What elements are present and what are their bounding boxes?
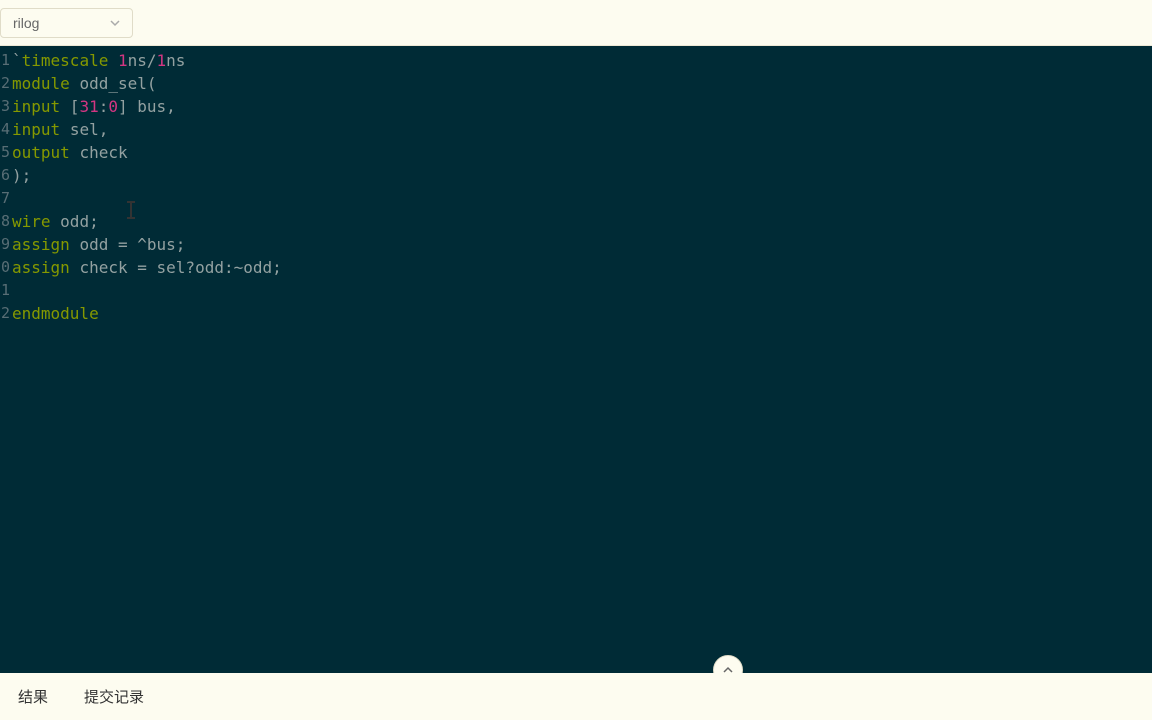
- code-content: endmodule: [12, 302, 99, 325]
- line-number: 7: [0, 187, 10, 210]
- code-content: assign check = sel?odd:~odd;: [12, 256, 282, 279]
- code-content: assign odd = ^bus;: [12, 233, 185, 256]
- line-number: 5: [0, 141, 10, 164]
- code-line[interactable]: 6);: [0, 164, 1152, 187]
- line-number: 0: [0, 256, 10, 279]
- line-number: 1: [0, 49, 10, 72]
- code-editor[interactable]: 1`timescale 1ns/1ns2module odd_sel(3inpu…: [0, 46, 1152, 673]
- language-selector[interactable]: rilog: [0, 8, 133, 38]
- line-number: 3: [0, 95, 10, 118]
- top-bar: rilog: [0, 0, 1152, 46]
- line-number: 2: [0, 72, 10, 95]
- code-line[interactable]: 0assign check = sel?odd:~odd;: [0, 256, 1152, 279]
- bottom-tabs-bar: 结果 提交记录: [0, 673, 1152, 720]
- chevron-down-icon: [110, 18, 120, 28]
- code-line[interactable]: 7: [0, 187, 1152, 210]
- code-line[interactable]: 8wire odd;: [0, 210, 1152, 233]
- line-number: 9: [0, 233, 10, 256]
- code-line[interactable]: 5output check: [0, 141, 1152, 164]
- line-number: 1: [0, 279, 10, 302]
- code-content: `timescale 1ns/1ns: [12, 49, 185, 72]
- code-line[interactable]: 1`timescale 1ns/1ns: [0, 49, 1152, 72]
- line-number: 2: [0, 302, 10, 325]
- tab-results[interactable]: 结果: [0, 676, 66, 717]
- code-line[interactable]: 4input sel,: [0, 118, 1152, 141]
- code-content: );: [12, 164, 31, 187]
- line-number: 8: [0, 210, 10, 233]
- code-line[interactable]: 1: [0, 279, 1152, 302]
- code-content: wire odd;: [12, 210, 99, 233]
- code-content: input [31:0] bus,: [12, 95, 176, 118]
- code-line[interactable]: 2endmodule: [0, 302, 1152, 325]
- code-content: module odd_sel(: [12, 72, 157, 95]
- code-content: output check: [12, 141, 128, 164]
- tab-history[interactable]: 提交记录: [66, 676, 162, 717]
- code-line[interactable]: 2module odd_sel(: [0, 72, 1152, 95]
- line-number: 6: [0, 164, 10, 187]
- code-line[interactable]: 3input [31:0] bus,: [0, 95, 1152, 118]
- line-number: 4: [0, 118, 10, 141]
- language-selector-text: rilog: [13, 15, 110, 31]
- code-line[interactable]: 9assign odd = ^bus;: [0, 233, 1152, 256]
- code-content: input sel,: [12, 118, 108, 141]
